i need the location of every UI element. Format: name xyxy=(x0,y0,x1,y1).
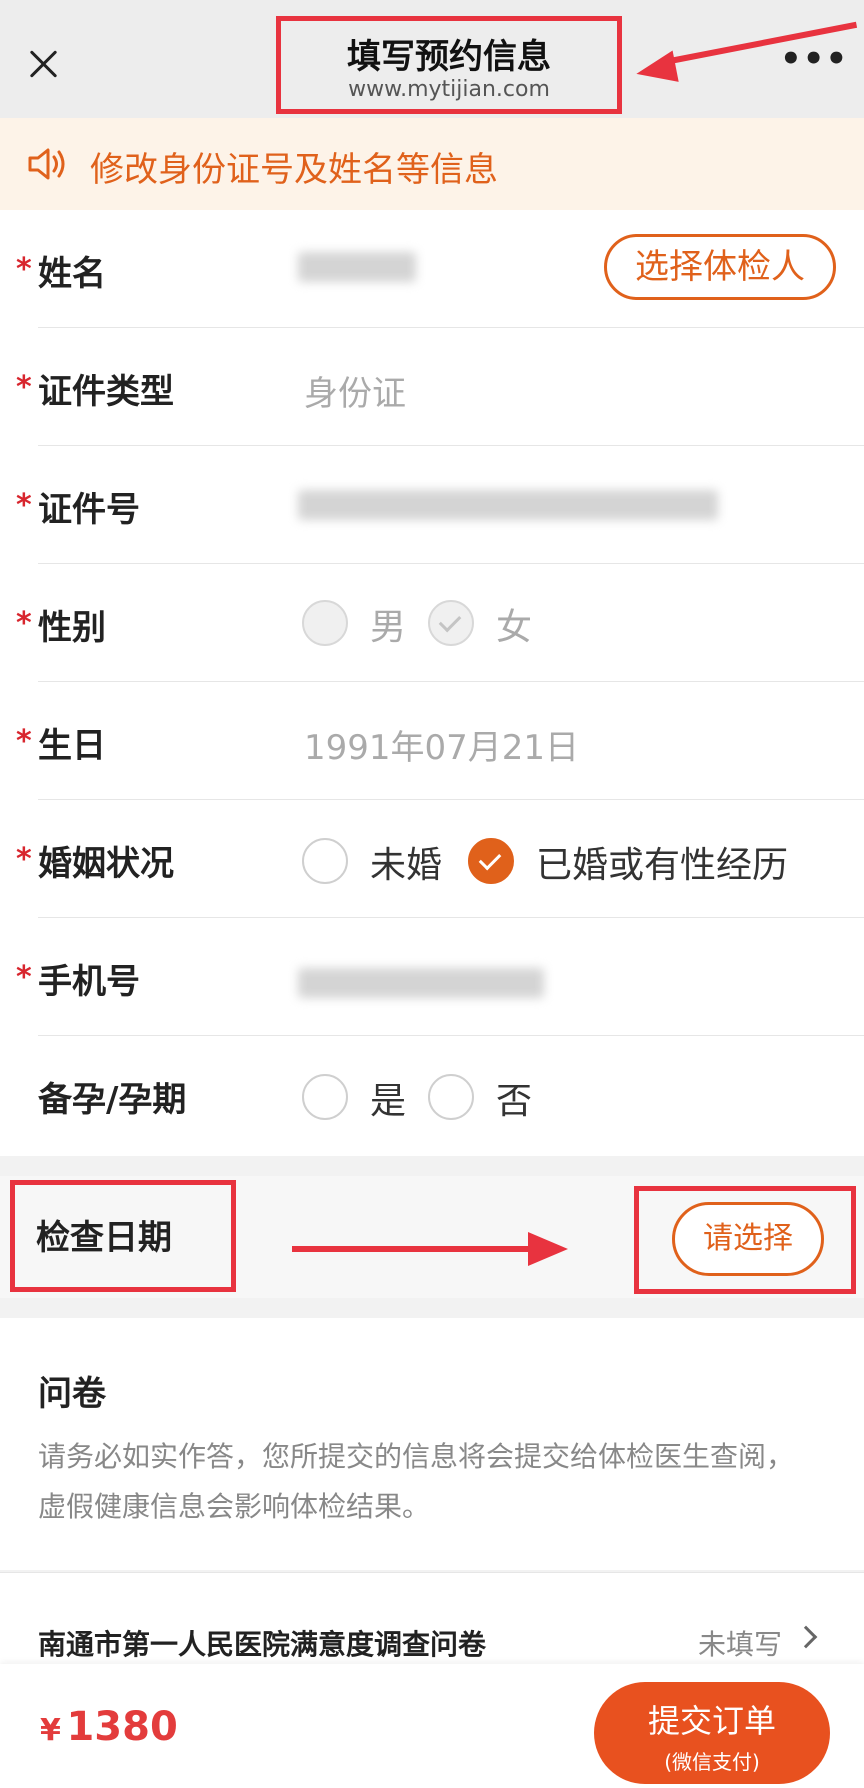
id-number-label: 证件号 xyxy=(38,490,140,530)
marital-married-radio[interactable] xyxy=(468,838,514,884)
submit-label: 提交订单 xyxy=(647,1702,776,1740)
pregnancy-label: 备孕/孕期 xyxy=(38,1080,187,1120)
required-mark: * xyxy=(16,724,32,759)
required-mark: * xyxy=(16,370,32,405)
row-marital: * 婚姻状况 未婚 已婚或有性经历 xyxy=(0,800,864,918)
pregnancy-yes-label: 是 xyxy=(370,1081,407,1122)
pregnancy-no-label: 否 xyxy=(496,1081,533,1122)
name-value-redacted xyxy=(298,252,416,282)
top-nav-bar: 填写预约信息 www.mytijian.com ••• xyxy=(0,0,864,118)
row-id-type[interactable]: * 证件类型 身份证 xyxy=(0,328,864,446)
pregnancy-yes-radio[interactable] xyxy=(302,1074,348,1120)
required-mark: * xyxy=(16,842,32,877)
price: ¥ 1380 xyxy=(40,1704,178,1750)
name-label: 姓名 xyxy=(38,254,106,294)
annotation-arrow-head xyxy=(528,1232,568,1266)
select-person-button[interactable]: 选择体检人 xyxy=(604,234,836,300)
select-date-button[interactable]: 请选择 xyxy=(672,1202,824,1276)
id-number-redacted xyxy=(298,490,718,520)
appointment-page: 填写预约信息 www.mytijian.com ••• 修改身份证号及姓名等信息… xyxy=(0,0,864,1788)
speaker-icon xyxy=(28,148,65,180)
page-url: www.mytijian.com xyxy=(348,77,550,102)
questionnaire-item-name: 南通市第一人民医院满意度调查问卷 xyxy=(38,1628,487,1661)
check-icon xyxy=(478,847,502,871)
close-icon[interactable] xyxy=(22,42,66,86)
annotation-arrow-line xyxy=(292,1246,532,1252)
pregnancy-no-radio[interactable] xyxy=(428,1074,474,1120)
currency-symbol: ¥ xyxy=(40,1713,61,1748)
id-type-value: 身份证 xyxy=(304,374,406,414)
marital-label: 婚姻状况 xyxy=(38,844,174,884)
price-amount: 1380 xyxy=(66,1704,178,1750)
patient-info-form: * 姓名 选择体检人 * 证件类型 身份证 * 证件号 * 性别 男 女 * 生… xyxy=(0,210,864,1156)
marital-single-radio[interactable] xyxy=(302,838,348,884)
row-pregnancy: 备孕/孕期 是 否 xyxy=(0,1036,864,1154)
gender-female-label: 女 xyxy=(496,607,533,648)
questionnaire-description: 请务必如实作答，您所提交的信息将会提交给体检医生查阅， 虚假健康信息会影响体检结… xyxy=(38,1440,795,1523)
notice-bar[interactable]: 修改身份证号及姓名等信息 xyxy=(0,118,864,210)
id-type-label: 证件类型 xyxy=(38,372,174,412)
gender-label: 性别 xyxy=(38,608,106,648)
required-mark: * xyxy=(16,960,32,995)
questionnaire-item[interactable]: 南通市第一人民医院满意度调查问卷 未填写 xyxy=(0,1572,864,1672)
gender-male-radio[interactable] xyxy=(302,600,348,646)
annotation-arrow-head xyxy=(633,50,679,90)
page-title: 填写预约信息 xyxy=(347,37,551,77)
exam-date-section: 检查日期 请选择 xyxy=(0,1176,864,1298)
notice-text: 修改身份证号及姓名等信息 xyxy=(90,150,498,190)
required-mark: * xyxy=(16,252,32,287)
check-icon xyxy=(438,609,462,633)
submit-sublabel: (微信支付) xyxy=(664,1750,760,1774)
questionnaire-item-status: 未填写 xyxy=(698,1628,783,1661)
questionnaire-section: 问卷 请务必如实作答，您所提交的信息将会提交给体检医生查阅， 虚假健康信息会影响… xyxy=(0,1318,864,1570)
row-birthday: * 生日 1991年07月21日 xyxy=(0,682,864,800)
exam-date-label: 检查日期 xyxy=(36,1218,172,1258)
birthday-label: 生日 xyxy=(38,726,106,766)
row-id-number[interactable]: * 证件号 xyxy=(0,446,864,564)
row-phone[interactable]: * 手机号 xyxy=(0,918,864,1036)
gender-female-radio[interactable] xyxy=(428,600,474,646)
row-gender: * 性别 男 女 xyxy=(0,564,864,682)
marital-married-label: 已婚或有性经历 xyxy=(536,845,789,886)
required-mark: * xyxy=(16,606,32,641)
gender-male-label: 男 xyxy=(370,607,407,648)
chevron-right-icon xyxy=(794,1625,818,1649)
phone-redacted xyxy=(298,968,544,998)
submit-order-button[interactable]: 提交订单 (微信支付) xyxy=(594,1682,830,1784)
phone-label: 手机号 xyxy=(38,962,140,1002)
more-icon[interactable]: ••• xyxy=(780,42,847,76)
title-highlight-box: 填写预约信息 www.mytijian.com xyxy=(276,16,622,114)
required-mark: * xyxy=(16,488,32,523)
bottom-bar: ¥ 1380 提交订单 (微信支付) xyxy=(0,1664,864,1788)
row-name: * 姓名 选择体检人 xyxy=(0,210,864,328)
questionnaire-title: 问卷 xyxy=(38,1374,106,1414)
birthday-value: 1991年07月21日 xyxy=(304,728,580,768)
marital-single-label: 未婚 xyxy=(370,845,443,886)
